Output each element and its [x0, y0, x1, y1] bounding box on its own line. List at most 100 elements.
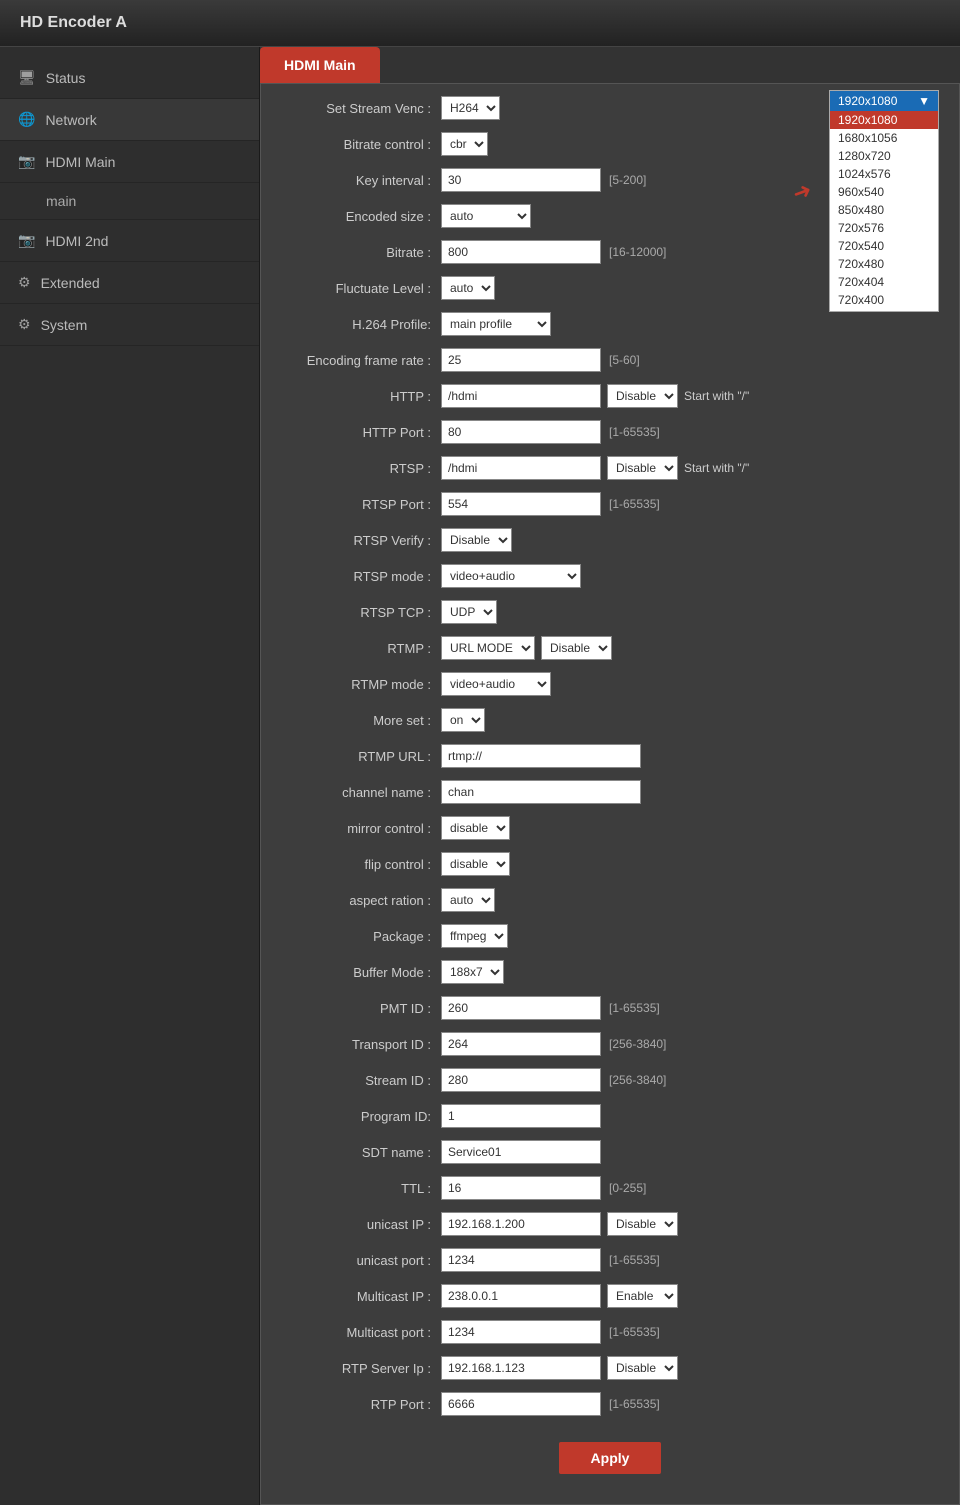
row-rtsp-tcp: RTSP TCP : UDPTCP: [281, 598, 939, 626]
resolution-option[interactable]: 704x576: [830, 309, 938, 311]
row-more-set: More set : onoff: [281, 706, 939, 734]
select-rtmp-url-mode[interactable]: URL MODE: [441, 636, 535, 660]
select-rtsp-mode[interactable]: video+audiovideoaudio: [441, 564, 581, 588]
input-http-port[interactable]: [441, 420, 601, 444]
select-multicast-enable[interactable]: EnableDisable: [607, 1284, 678, 1308]
hint-key-interval: [5-200]: [609, 173, 646, 187]
hint-multicast-port: [1-65535]: [609, 1325, 660, 1339]
input-bitrate[interactable]: [441, 240, 601, 264]
resolution-option[interactable]: 960x540: [830, 183, 938, 201]
tab-hdmi-main[interactable]: HDMI Main: [260, 47, 380, 83]
row-http-port: HTTP Port : [1-65535]: [281, 418, 939, 446]
hint-http-port: [1-65535]: [609, 425, 660, 439]
input-rtp-server-ip[interactable]: [441, 1356, 601, 1380]
select-bitrate-control[interactable]: cbr vbr: [441, 132, 488, 156]
input-unicast-port[interactable]: [441, 1248, 601, 1272]
input-stream-id[interactable]: [441, 1068, 601, 1092]
label-program-id: Program ID:: [281, 1109, 441, 1124]
resolution-option[interactable]: 720x480: [830, 255, 938, 273]
sidebar-item-system[interactable]: ⚙ System: [0, 304, 259, 346]
label-sdt-name: SDT name :: [281, 1145, 441, 1160]
select-stream-venc[interactable]: H264 H265: [441, 96, 500, 120]
input-transport-id[interactable]: [441, 1032, 601, 1056]
camera2-icon: 📷: [18, 232, 35, 249]
label-rtsp-mode: RTSP mode :: [281, 569, 441, 584]
select-buffer-mode[interactable]: 188x7: [441, 960, 504, 984]
sidebar-item-main[interactable]: main: [0, 183, 259, 220]
row-rtp-port: RTP Port : [1-65535]: [281, 1390, 939, 1418]
sidebar-label-status: Status: [46, 70, 86, 86]
resolution-option[interactable]: 720x576: [830, 219, 938, 237]
select-rtsp-verify[interactable]: DisableEnable: [441, 528, 512, 552]
select-fluctuate-level[interactable]: auto 12: [441, 276, 495, 300]
select-encoded-size[interactable]: auto 1920x1080: [441, 204, 531, 228]
label-h264-profile: H.264 Profile:: [281, 317, 441, 332]
select-package[interactable]: ffmpeg: [441, 924, 508, 948]
hint-transport-id: [256-3840]: [609, 1037, 666, 1051]
resolution-option[interactable]: 720x540: [830, 237, 938, 255]
input-rtsp[interactable]: [441, 456, 601, 480]
input-channel-name[interactable]: [441, 780, 641, 804]
sidebar-label-extended: Extended: [41, 275, 100, 291]
label-mirror-control: mirror control :: [281, 821, 441, 836]
select-more-set[interactable]: onoff: [441, 708, 485, 732]
select-rtsp-tcp[interactable]: UDPTCP: [441, 600, 497, 624]
label-rtp-port: RTP Port :: [281, 1397, 441, 1412]
resolution-dropdown-header: 1920x1080 ▼: [830, 91, 938, 111]
label-buffer-mode: Buffer Mode :: [281, 965, 441, 980]
input-key-interval[interactable]: [441, 168, 601, 192]
select-unicast-disable[interactable]: DisableEnable: [607, 1212, 678, 1236]
select-h264-profile[interactable]: main profile baseline: [441, 312, 551, 336]
resolution-list[interactable]: 1920x10801680x10561280x7201024x576960x54…: [830, 111, 938, 311]
resolution-option[interactable]: 1920x1080: [830, 111, 938, 129]
dropdown-arrow-icon: ▼: [918, 94, 930, 108]
sidebar-item-status[interactable]: 🖥 Status: [0, 57, 259, 99]
resolution-option[interactable]: 850x480: [830, 201, 938, 219]
resolution-dropdown[interactable]: 1920x1080 ▼ 1920x10801680x10561280x72010…: [829, 90, 939, 312]
sidebar-item-network[interactable]: 🌐 Network: [0, 99, 259, 141]
input-multicast-port[interactable]: [441, 1320, 601, 1344]
row-rtsp-port: RTSP Port : [1-65535]: [281, 490, 939, 518]
row-rtmp: RTMP : URL MODE DisableEnable: [281, 634, 939, 662]
sidebar-item-hdmi-2nd[interactable]: 📷 HDMI 2nd: [0, 220, 259, 262]
resolution-option[interactable]: 720x400: [830, 291, 938, 309]
select-rtmp-disable[interactable]: DisableEnable: [541, 636, 612, 660]
resolution-option[interactable]: 1680x1056: [830, 129, 938, 147]
input-http[interactable]: [441, 384, 601, 408]
input-rtmp-url[interactable]: [441, 744, 641, 768]
hint-ttl: [0-255]: [609, 1181, 646, 1195]
row-rtsp-mode: RTSP mode : video+audiovideoaudio: [281, 562, 939, 590]
label-bitrate: Bitrate :: [281, 245, 441, 260]
resolution-option[interactable]: 1280x720: [830, 147, 938, 165]
row-ttl: TTL : [0-255]: [281, 1174, 939, 1202]
select-rtp-server-disable[interactable]: DisableEnable: [607, 1356, 678, 1380]
label-multicast-ip: Multicast IP :: [281, 1289, 441, 1304]
resolution-option[interactable]: 720x404: [830, 273, 938, 291]
select-aspect-ration[interactable]: auto4:316:9: [441, 888, 495, 912]
hint-pmt-id: [1-65535]: [609, 1001, 660, 1015]
label-http-port: HTTP Port :: [281, 425, 441, 440]
sidebar-item-extended[interactable]: ⚙ Extended: [0, 262, 259, 304]
sidebar-item-hdmi-main[interactable]: 📷 HDMI Main: [0, 141, 259, 183]
sidebar: 🖥 Status 🌐 Network 📷 HDMI Main main 📷 HD…: [0, 47, 260, 1505]
select-http-disable[interactable]: DisableEnable: [607, 384, 678, 408]
select-mirror-control[interactable]: disableenable: [441, 816, 510, 840]
input-multicast-ip[interactable]: [441, 1284, 601, 1308]
sidebar-label-hdmi-2nd: HDMI 2nd: [45, 233, 108, 249]
input-program-id[interactable]: [441, 1104, 601, 1128]
resolution-option[interactable]: 1024x576: [830, 165, 938, 183]
label-rtsp: RTSP :: [281, 461, 441, 476]
select-rtmp-mode[interactable]: video+audiovideo: [441, 672, 551, 696]
input-ttl[interactable]: [441, 1176, 601, 1200]
label-unicast-ip: unicast IP :: [281, 1217, 441, 1232]
input-unicast-ip[interactable]: [441, 1212, 601, 1236]
input-pmt-id[interactable]: [441, 996, 601, 1020]
input-sdt-name[interactable]: [441, 1140, 601, 1164]
select-rtsp-disable[interactable]: DisableEnable: [607, 456, 678, 480]
input-rtp-port[interactable]: [441, 1392, 601, 1416]
input-rtsp-port[interactable]: [441, 492, 601, 516]
apply-button[interactable]: Apply: [559, 1442, 662, 1474]
select-flip-control[interactable]: disableenable: [441, 852, 510, 876]
row-unicast-ip: unicast IP : DisableEnable: [281, 1210, 939, 1238]
input-encoding-frame-rate[interactable]: [441, 348, 601, 372]
